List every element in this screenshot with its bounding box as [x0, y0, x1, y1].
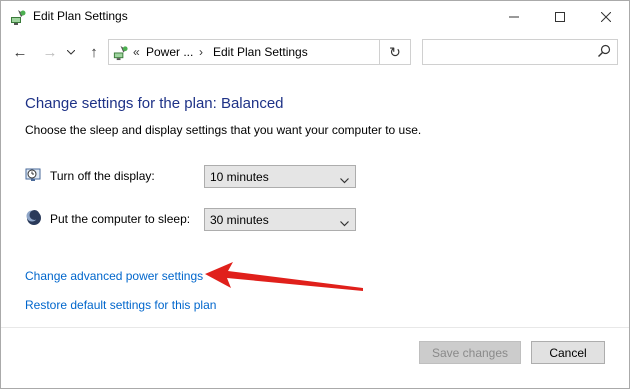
- sleep-timeout-label: Put the computer to sleep:: [50, 212, 191, 226]
- forward-arrow-icon[interactable]: →: [40, 42, 60, 62]
- breadcrumb-power-options[interactable]: Power ...: [146, 45, 193, 59]
- close-icon: [600, 9, 612, 25]
- title-bar[interactable]: Edit Plan Settings: [1, 1, 629, 32]
- breadcrumb-edit-plan-settings[interactable]: Edit Plan Settings: [213, 45, 308, 59]
- change-advanced-power-settings-link[interactable]: Change advanced power settings: [25, 269, 203, 283]
- main-content: Change settings for the plan: Balanced C…: [1, 72, 629, 327]
- minimize-button[interactable]: [491, 1, 537, 32]
- moon-icon: [25, 209, 43, 227]
- monitor-clock-icon: [25, 166, 43, 184]
- power-options-icon: [112, 44, 129, 61]
- page-title: Change settings for the plan: Balanced: [25, 95, 284, 112]
- cancel-button[interactable]: Cancel: [531, 341, 605, 364]
- minimize-icon: [509, 9, 519, 25]
- restore-default-settings-link[interactable]: Restore default settings for this plan: [25, 298, 216, 312]
- search-icon: [597, 44, 611, 58]
- navigation-bar: ← → ↑ « Power ... › Edit Plan Settings ↻: [1, 32, 629, 72]
- display-timeout-select[interactable]: 10 minutes: [204, 165, 356, 188]
- save-changes-button[interactable]: Save changes: [419, 341, 521, 364]
- display-timeout-label: Turn off the display:: [50, 169, 155, 183]
- display-timeout-value: 10 minutes: [210, 170, 269, 184]
- search-box[interactable]: [422, 39, 618, 65]
- breadcrumb-overflow-icon[interactable]: «: [133, 45, 140, 59]
- close-button[interactable]: [583, 1, 629, 32]
- maximize-icon: [555, 9, 565, 25]
- recent-locations-chevron-icon[interactable]: [64, 42, 78, 62]
- window-title: Edit Plan Settings: [33, 9, 128, 23]
- footer: Save changes Cancel: [1, 327, 629, 388]
- power-options-icon: [9, 8, 27, 26]
- sleep-timeout-select[interactable]: 30 minutes: [204, 208, 356, 231]
- chevron-down-icon: [340, 173, 349, 184]
- page-description: Choose the sleep and display settings th…: [25, 123, 422, 137]
- address-bar[interactable]: « Power ... › Edit Plan Settings ↻: [108, 39, 411, 65]
- breadcrumb-separator-icon[interactable]: ›: [199, 45, 203, 59]
- chevron-down-icon: [340, 216, 349, 227]
- refresh-icon[interactable]: ↻: [384, 42, 406, 62]
- maximize-button[interactable]: [537, 1, 583, 32]
- back-arrow-icon[interactable]: ←: [10, 42, 30, 62]
- edit-plan-settings-window: Edit Plan Settings ← → ↑ « Power ... › E…: [0, 0, 630, 389]
- address-divider: [379, 40, 380, 64]
- up-arrow-icon[interactable]: ↑: [84, 42, 104, 62]
- sleep-timeout-value: 30 minutes: [210, 213, 269, 227]
- annotation-arrow: [205, 262, 363, 291]
